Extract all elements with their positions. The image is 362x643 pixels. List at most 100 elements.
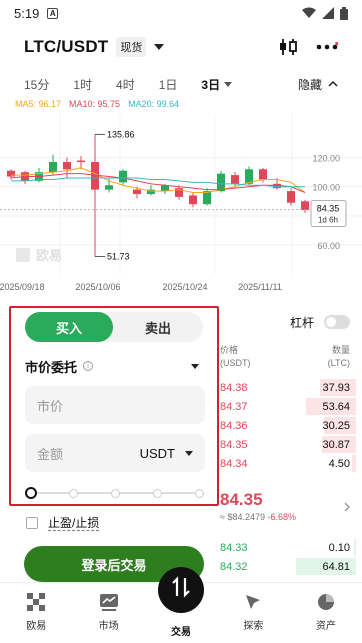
amount-field[interactable]: 金额 USDT (25, 434, 205, 472)
timeframe-4h[interactable]: 4时 (116, 76, 135, 93)
tab-assets[interactable]: 资产 (290, 583, 362, 643)
qty-column-header: 数量 (LTC) (328, 344, 350, 370)
hide-chart-toggle[interactable]: 隐藏 (298, 76, 338, 93)
tpsl-option[interactable]: 止盈/止损 (26, 514, 99, 531)
last-price-tag-value: 84.35 (317, 203, 340, 213)
tab-market-label: 市场 (98, 621, 119, 632)
bid-row[interactable]: 84.32 64.81 (220, 557, 356, 576)
ask-qty: 4.50 (328, 457, 350, 470)
status-time: 5:19 (14, 5, 40, 21)
trade-fab-button[interactable] (158, 567, 205, 613)
tab-market[interactable]: 市场 (72, 583, 144, 643)
candle-body (301, 201, 309, 210)
ask-price: 84.34 (220, 457, 248, 470)
ask-price: 84.37 (220, 400, 248, 413)
x-tick-label: 2025/10/06 (75, 282, 120, 292)
amount-unit-select[interactable]: USDT (140, 446, 193, 461)
ask-price: 84.36 (220, 419, 248, 432)
ask-depth-bar (352, 455, 356, 472)
candle-body (161, 185, 169, 192)
bid-price: 84.33 (220, 541, 248, 554)
battery-icon (340, 6, 348, 20)
tab-explore[interactable]: 探索 (217, 583, 289, 643)
candle-body (63, 162, 71, 170)
orderbook-asks: 84.38 37.93 84.37 53.64 84.36 30.25 84.35 30… (220, 378, 356, 473)
amount-unit-dropdown-icon (185, 450, 193, 456)
ask-price: 84.35 (220, 438, 248, 451)
bid-qty: 0.10 (328, 541, 350, 554)
market-type-tag: 现货 (116, 37, 147, 57)
sell-tab[interactable]: 卖出 (113, 312, 203, 342)
last-price-block[interactable]: 84.35 ≈ $84.2479 -6.68% (220, 490, 350, 522)
bid-price: 84.32 (220, 560, 248, 573)
watermark-text: 欧易 (36, 248, 62, 264)
candle-body (49, 162, 57, 173)
low-marker-label: 51.73 (107, 252, 130, 262)
tab-okx[interactable]: 欧易 (0, 583, 72, 643)
timeframe-1h[interactable]: 1时 (73, 76, 92, 93)
ask-qty: 30.25 (322, 419, 350, 432)
ask-row[interactable]: 84.36 30.25 (220, 416, 356, 435)
candle-body (77, 160, 85, 163)
slider-node-100[interactable] (195, 489, 204, 498)
order-type-dropdown-icon (191, 363, 199, 369)
bid-row[interactable]: 84.33 0.10 (220, 538, 356, 557)
tpsl-checkbox[interactable] (26, 516, 38, 529)
ask-row[interactable]: 84.38 37.93 (220, 378, 356, 397)
y-tick-label: 120.00 (312, 154, 340, 164)
timeframe-selector: 15分 1时 4时 1日 3日 隐藏 (0, 72, 362, 96)
ask-row[interactable]: 84.34 4.50 (220, 454, 356, 473)
timeframe-1d[interactable]: 1日 (159, 76, 178, 93)
slider-handle[interactable] (25, 487, 37, 499)
info-icon[interactable]: i (83, 361, 94, 371)
ask-row[interactable]: 84.37 53.64 (220, 397, 356, 416)
ma10-value: MA10: 95.75 (69, 99, 121, 109)
tab-explore-label: 探索 (243, 621, 264, 632)
candle-body (287, 191, 295, 203)
slider-node-25[interactable] (69, 489, 78, 498)
timeframe-15m[interactable]: 15分 (24, 76, 49, 93)
candle-body (119, 170, 127, 183)
candle-body (231, 175, 239, 184)
wifi-icon (302, 7, 316, 18)
candlestick-chart-icon[interactable] (278, 38, 298, 56)
last-price-usd: ≈ $84.2479 (220, 512, 265, 522)
x-tick-label: 2025/09/18 (0, 282, 45, 292)
notification-a-icon: A (47, 7, 59, 19)
price-chart[interactable]: 120.00100.0080.0060.00欧易135.8651.7384.35… (0, 114, 362, 294)
ma5-value: MA5: 96.17 (15, 99, 62, 109)
last-price: 84.35 (220, 490, 263, 509)
slider-node-75[interactable] (153, 489, 162, 498)
buy-tab[interactable]: 买入 (25, 312, 113, 342)
trade-swap-icon (172, 576, 190, 598)
price-field[interactable]: 市价 (25, 386, 205, 424)
amount-slider[interactable] (25, 486, 205, 500)
pair-title[interactable]: LTC/USDT (24, 37, 108, 57)
candle-body (259, 169, 267, 180)
hide-label: 隐藏 (297, 77, 322, 92)
signal-icon (322, 7, 334, 19)
market-chart-icon (99, 594, 118, 611)
timeframe-caret-icon (224, 81, 233, 87)
tab-trade[interactable]: 交易 (145, 567, 217, 643)
more-options-icon[interactable] (316, 42, 338, 52)
pair-header: LTC/USDT 现货 (0, 30, 362, 64)
last-price-sub: ≈ $84.2479 -6.68% (220, 512, 350, 522)
bid-qty: 64.81 (322, 560, 350, 573)
orderbook-header: 杠杆 价格 (USDT) 数量 (LTC) (220, 312, 350, 370)
status-bar: 5:19 A (0, 0, 362, 26)
order-type-select[interactable]: 市价委托 i (25, 352, 205, 380)
ask-row[interactable]: 84.35 30.87 (220, 435, 356, 454)
pair-dropdown-caret-icon[interactable] (154, 44, 165, 50)
chevron-right-icon (344, 502, 350, 512)
bottom-tab-bar: 欧易 市场 交易 探索 资产 (0, 567, 362, 643)
leverage-label: 杠杆 (289, 315, 314, 330)
slider-node-50[interactable] (111, 489, 120, 498)
order-type-label: 市价委托 (25, 359, 78, 375)
ma-legend: MA5: 96.17 MA10: 95.75 MA20: 99.64 (0, 99, 362, 113)
ask-qty: 37.93 (322, 381, 350, 394)
timeframe-3d-active[interactable]: 3日 (201, 76, 233, 93)
leverage-switch[interactable] (324, 315, 350, 329)
leverage-row: 杠杆 (220, 312, 350, 332)
tab-trade-label: 交易 (171, 627, 192, 638)
